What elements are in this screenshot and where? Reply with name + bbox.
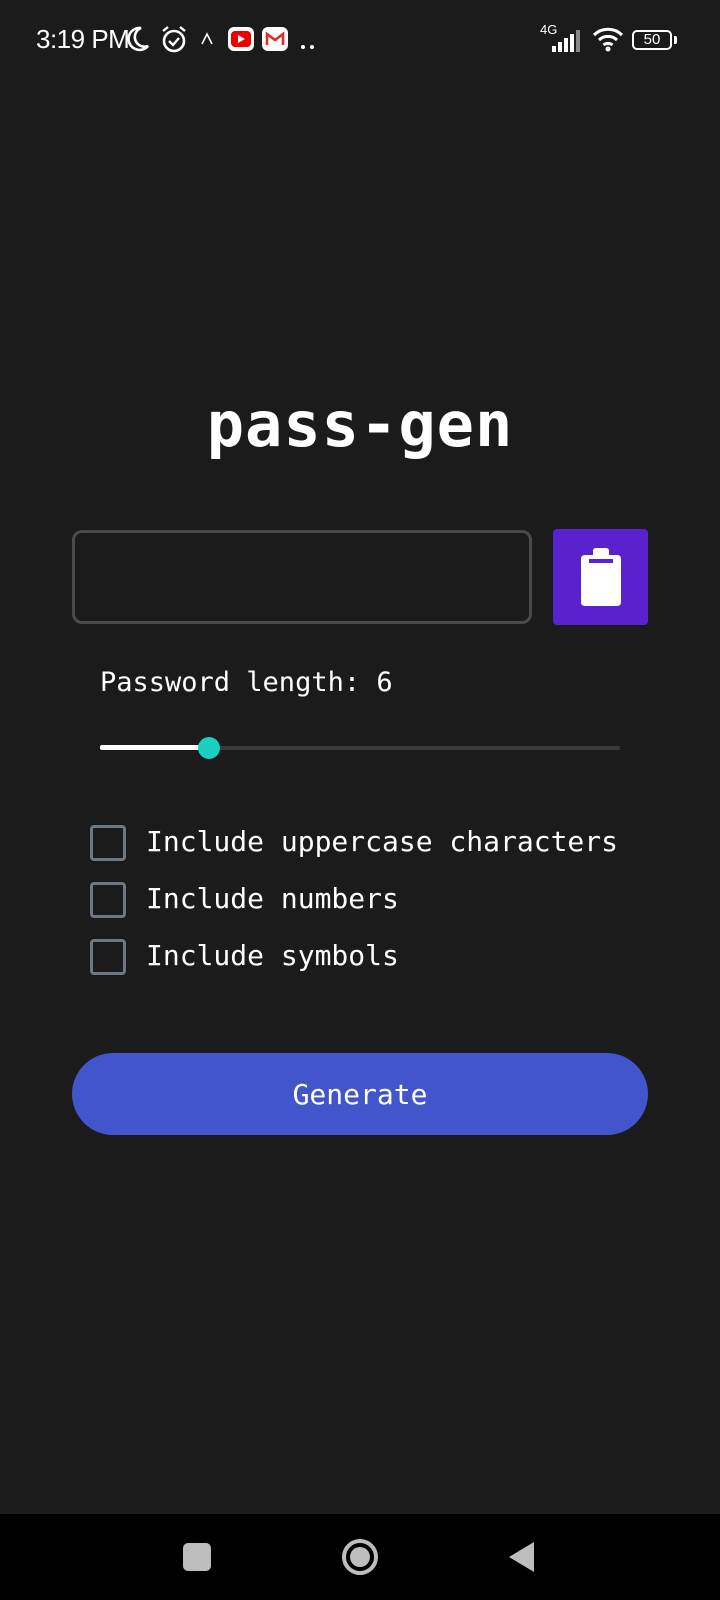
status-bar: 3:19 PM 4G 50 xyxy=(0,0,720,80)
more-dots-icon xyxy=(300,37,316,55)
recents-icon xyxy=(183,1543,211,1571)
gmail-icon xyxy=(262,27,288,56)
slider-thumb[interactable] xyxy=(198,737,220,759)
symbols-checkbox[interactable] xyxy=(90,939,126,975)
password-length-slider[interactable] xyxy=(100,736,620,760)
status-time: 3:19 PM xyxy=(36,24,130,54)
slider-fill xyxy=(100,745,209,750)
youtube-icon xyxy=(228,27,254,56)
navigation-bar xyxy=(0,1514,720,1600)
numbers-label: Include numbers xyxy=(146,882,399,915)
app-title: pass-gen xyxy=(206,388,514,461)
uppercase-label: Include uppercase characters xyxy=(146,825,619,858)
password-length-label: Password length: 6 xyxy=(100,667,393,698)
back-icon xyxy=(509,1542,534,1572)
generate-button[interactable]: Generate xyxy=(72,1053,648,1135)
battery-icon: 50 xyxy=(632,30,672,50)
moon-icon xyxy=(124,24,150,59)
recents-button[interactable] xyxy=(157,1514,237,1600)
uppercase-checkbox[interactable] xyxy=(90,825,126,861)
home-button[interactable] xyxy=(320,1514,400,1600)
signal-icon xyxy=(552,30,582,57)
copy-button[interactable] xyxy=(553,529,648,625)
numbers-checkbox[interactable] xyxy=(90,882,126,918)
battery-tip xyxy=(674,36,677,44)
home-icon xyxy=(342,1539,378,1575)
clipboard-icon xyxy=(581,548,621,606)
symbols-label: Include symbols xyxy=(146,939,399,972)
password-output-field[interactable] xyxy=(72,530,532,624)
back-button[interactable] xyxy=(482,1514,562,1600)
alarm-icon xyxy=(160,24,188,59)
wifi-icon xyxy=(592,26,624,57)
app-notification-icon xyxy=(200,32,214,51)
